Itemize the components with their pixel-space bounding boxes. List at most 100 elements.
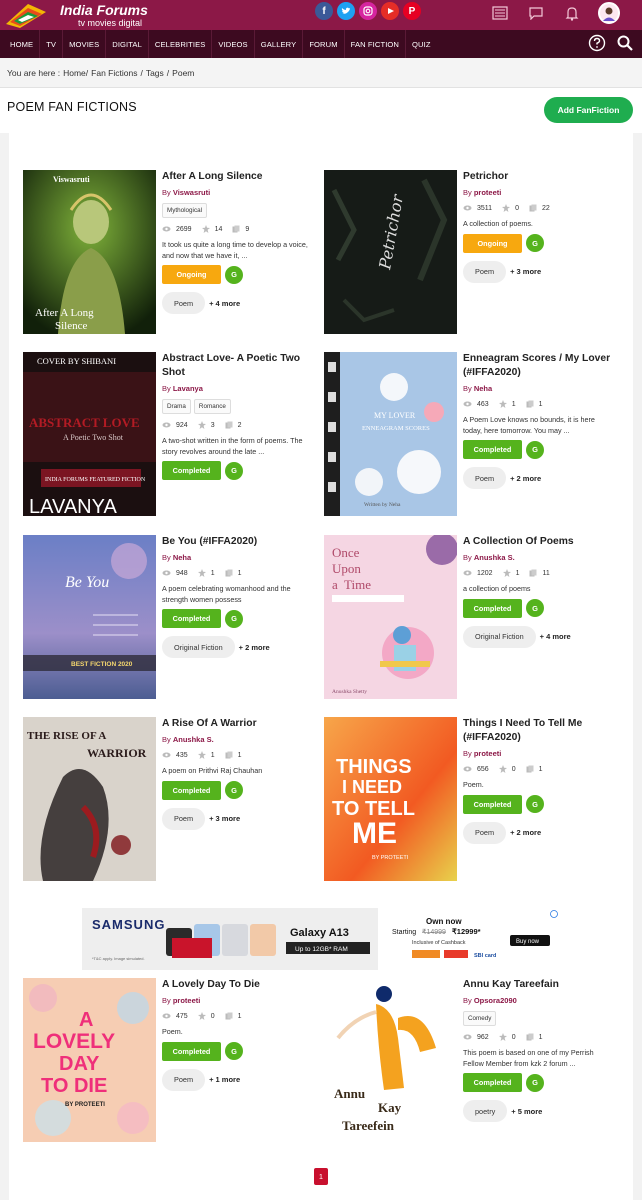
- help-icon[interactable]: [588, 34, 606, 57]
- tag-pill[interactable]: Poem: [162, 292, 206, 314]
- tag-pill[interactable]: Original Fiction: [162, 636, 235, 658]
- card-author[interactable]: By proteeti: [162, 996, 312, 1005]
- more-tags-link[interactable]: + 4 more: [209, 299, 240, 308]
- tag-pill[interactable]: Poem: [162, 1068, 206, 1091]
- cover-image[interactable]: Annu Kay Tareefein: [324, 978, 457, 1142]
- tag-pill[interactable]: Original Fiction: [463, 625, 536, 648]
- logo-icon: [4, 2, 48, 28]
- fanfiction-card: Annu Kay Tareefein Annu Kay Tareefain By…: [324, 978, 624, 1143]
- cover-image[interactable]: COVER BY SHIBANI ABSTRACT LOVE A Poetic …: [23, 352, 156, 516]
- instagram-icon[interactable]: [359, 2, 377, 20]
- pagination-page-1[interactable]: 1: [314, 1168, 328, 1185]
- card-author[interactable]: By Viswasruti: [162, 188, 312, 197]
- card-title[interactable]: Things I Need To Tell Me (#IFFA2020): [463, 717, 613, 745]
- card-author[interactable]: By Anushka S.: [162, 735, 312, 744]
- views-stat: 924: [162, 422, 188, 429]
- tag-pill[interactable]: Poem: [463, 821, 507, 844]
- eye-icon: [162, 226, 171, 232]
- card-title[interactable]: A Collection Of Poems: [463, 535, 613, 549]
- card-title[interactable]: A Rise Of A Warrior: [162, 717, 312, 731]
- social-links: f P: [315, 2, 421, 20]
- card-title[interactable]: Be You (#IFFA2020): [162, 535, 312, 549]
- avatar[interactable]: [598, 2, 620, 24]
- eye-icon: [463, 1034, 472, 1040]
- card-title[interactable]: Enneagram Scores / My Lover (#IFFA2020): [463, 352, 613, 380]
- more-tags-link[interactable]: + 2 more: [510, 828, 541, 837]
- cover-image[interactable]: Viswasruti After A Long Silence: [23, 170, 156, 334]
- eye-icon: [463, 570, 472, 576]
- genre-tag[interactable]: Drama: [162, 399, 191, 414]
- cover-image[interactable]: Petrichor: [324, 170, 457, 334]
- search-icon[interactable]: [616, 34, 634, 57]
- ad-fine-print: *T&C apply. Image simulated.: [92, 956, 145, 961]
- nav-movies[interactable]: MOVIES: [63, 30, 107, 58]
- card-title[interactable]: Annu Kay Tareefain: [463, 978, 613, 992]
- tag-pill[interactable]: Poem: [463, 260, 507, 283]
- nav-home[interactable]: HOME: [4, 30, 41, 58]
- ad-old-price: ₹14999: [422, 928, 446, 936]
- facebook-icon[interactable]: f: [315, 2, 333, 20]
- nav-fan-fiction[interactable]: FAN FICTION: [345, 30, 407, 58]
- card-author[interactable]: By Anushka S.: [463, 553, 613, 562]
- cover-image[interactable]: THINGS I NEED TO TELL ME BY PROTEETI: [324, 717, 457, 881]
- svg-text:INDIA FORUMS FEATURED FICTION: INDIA FORUMS FEATURED FICTION: [45, 477, 146, 483]
- breadcrumb-tags[interactable]: Tags: [146, 68, 164, 78]
- nav-digital[interactable]: DIGITAL: [106, 30, 149, 58]
- chapters-stat: 1: [526, 400, 543, 408]
- more-tags-link[interactable]: + 3 more: [209, 814, 240, 823]
- ad-banner[interactable]: SAMSUNG Galaxy A13 Up to 12GB* RAM *T&C …: [82, 908, 560, 970]
- cover-image[interactable]: Once Upon a Time Anushka Shetty: [324, 535, 457, 699]
- youtube-icon[interactable]: [381, 2, 399, 20]
- cover-image[interactable]: Be You BEST FICTION 2020: [23, 535, 156, 699]
- genre-tag[interactable]: Comedy: [463, 1011, 497, 1026]
- news-icon[interactable]: [490, 4, 510, 22]
- chapters-icon: [529, 569, 537, 577]
- add-fanfiction-button[interactable]: Add FanFiction: [544, 97, 633, 123]
- cover-image[interactable]: A LOVELY DAY TO DIE BY PROTEETI: [23, 978, 156, 1142]
- tag-pill[interactable]: Poem: [162, 807, 206, 830]
- bell-icon[interactable]: [562, 4, 582, 22]
- cover-image[interactable]: MY LOVER ENNEAGRAM SCORES Written by Neh…: [324, 352, 457, 516]
- chat-icon[interactable]: [526, 4, 546, 22]
- cover-image[interactable]: THE RISE OF A WARRIOR: [23, 717, 156, 881]
- twitter-icon[interactable]: [337, 2, 355, 20]
- card-author[interactable]: By Opsora2090: [463, 996, 613, 1005]
- svg-text:BY PROTEETI: BY PROTEETI: [372, 855, 409, 861]
- cover-top-text: Viswasruti: [53, 175, 90, 184]
- card-author[interactable]: By Lavanya: [162, 384, 312, 393]
- tag-pill[interactable]: Poem: [463, 467, 507, 489]
- card-author[interactable]: By Neha: [463, 384, 613, 393]
- svg-text:A: A: [79, 1009, 93, 1031]
- more-tags-link[interactable]: + 4 more: [540, 632, 571, 641]
- nav-videos[interactable]: VIDEOS: [212, 30, 255, 58]
- card-author[interactable]: By proteeti: [463, 188, 613, 197]
- svg-text:Time: Time: [344, 577, 371, 592]
- genre-tag[interactable]: Mythological: [162, 203, 207, 218]
- rating-badge: G: [526, 440, 544, 459]
- card-title[interactable]: After A Long Silence: [162, 170, 312, 184]
- genre-tag[interactable]: Romance: [193, 399, 231, 414]
- site-logo[interactable]: India Forums tv movies digital: [4, 0, 148, 30]
- pinterest-icon[interactable]: P: [403, 2, 421, 20]
- nav-quiz[interactable]: QUIZ: [406, 30, 437, 58]
- views-stat: 948: [162, 570, 188, 577]
- nav-tv[interactable]: TV: [40, 30, 64, 58]
- more-tags-link[interactable]: + 2 more: [510, 474, 541, 483]
- more-tags-link[interactable]: + 3 more: [510, 267, 541, 276]
- card-title[interactable]: Petrichor: [463, 170, 613, 184]
- more-tags-link[interactable]: + 1 more: [209, 1075, 240, 1084]
- card-author[interactable]: By proteeti: [463, 749, 613, 758]
- nav-celebrities[interactable]: CELEBRITIES: [149, 30, 213, 58]
- nav-gallery[interactable]: GALLERY: [255, 30, 304, 58]
- more-tags-link[interactable]: + 2 more: [239, 643, 270, 652]
- card-author[interactable]: By Neha: [162, 553, 312, 562]
- rating-badge: G: [526, 1073, 544, 1092]
- card-title[interactable]: Abstract Love- A Poetic Two Shot: [162, 352, 312, 380]
- more-tags-link[interactable]: + 5 more: [511, 1107, 542, 1116]
- svg-text:Anushka Shetty: Anushka Shetty: [332, 689, 367, 695]
- tag-pill[interactable]: poetry: [463, 1100, 508, 1122]
- card-title[interactable]: A Lovely Day To Die: [162, 978, 312, 992]
- nav-forum[interactable]: FORUM: [303, 30, 345, 58]
- breadcrumb-fan-fictions[interactable]: Fan Fictions: [91, 68, 137, 78]
- breadcrumb-home[interactable]: Home: [63, 68, 86, 78]
